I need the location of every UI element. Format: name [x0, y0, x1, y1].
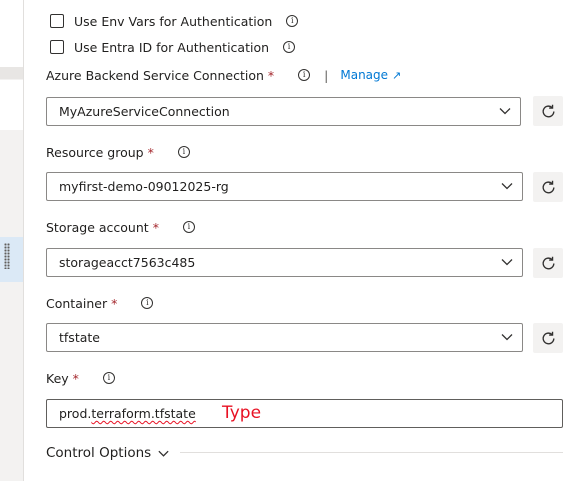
key-input[interactable]: prod. terraform.tfstate — [46, 399, 563, 428]
key-value-spellcheck: terraform.tfstate — [91, 406, 196, 421]
chevron-down-icon[interactable] — [498, 104, 512, 118]
info-icon[interactable]: i — [298, 69, 311, 81]
entra-id-auth-checkbox[interactable] — [50, 40, 64, 54]
info-icon[interactable]: i — [102, 372, 115, 384]
info-icon[interactable]: i — [283, 41, 296, 53]
required-marker: * — [152, 219, 159, 235]
storage-account-select[interactable]: storageacct7563c485 — [46, 248, 523, 277]
control-options-toggle[interactable]: Control Options — [46, 444, 170, 462]
refresh-button[interactable] — [533, 96, 563, 126]
info-icon[interactable]: i — [177, 146, 190, 158]
refresh-icon — [542, 331, 555, 344]
left-panel-divider — [0, 67, 23, 79]
refresh-icon — [542, 104, 555, 117]
container-select[interactable]: tfstate — [46, 323, 523, 352]
separator: | — [324, 67, 329, 83]
key-label: Key — [46, 370, 69, 386]
required-marker: * — [72, 370, 79, 386]
required-marker: * — [111, 295, 118, 311]
backend-connection-label: Azure Backend Service Connection — [46, 67, 264, 83]
refresh-button[interactable] — [533, 172, 563, 202]
refresh-icon — [542, 256, 555, 269]
refresh-button[interactable] — [533, 323, 563, 353]
resource-group-label: Resource group — [46, 144, 144, 160]
info-icon[interactable]: i — [286, 15, 299, 27]
entra-id-auth-row[interactable]: Use Entra ID for Authentication i — [50, 37, 296, 57]
manage-link[interactable]: Manage — [340, 68, 388, 82]
storage-account-value: storageacct7563c485 — [59, 255, 196, 270]
backend-connection-value: MyAzureServiceConnection — [59, 104, 230, 119]
required-marker: * — [267, 67, 275, 83]
key-label-row: Key * i — [46, 369, 115, 387]
entra-id-auth-label: Use Entra ID for Authentication — [74, 39, 270, 55]
resource-group-label-row: Resource group * i — [46, 143, 190, 161]
left-panel-item[interactable] — [0, 0, 23, 67]
chevron-down-icon — [158, 450, 169, 457]
resource-group-select[interactable]: myfirst-demo-09012025-rg — [46, 172, 523, 201]
left-panel-item[interactable] — [0, 80, 23, 130]
container-label-row: Container * i — [46, 294, 154, 312]
backend-connection-label-row: Azure Backend Service Connection * i | M… — [46, 66, 401, 84]
control-options-label: Control Options — [46, 445, 152, 461]
container-label: Container — [46, 295, 108, 311]
chevron-down-icon[interactable] — [500, 330, 514, 344]
container-value: tfstate — [59, 330, 100, 345]
required-marker: * — [147, 144, 154, 160]
resource-group-value: myfirst-demo-09012025-rg — [59, 179, 229, 194]
left-panel-strip — [0, 0, 24, 481]
refresh-icon — [542, 180, 555, 193]
section-divider — [180, 452, 563, 453]
storage-account-label: Storage account — [46, 219, 149, 235]
storage-account-label-row: Storage account * i — [46, 218, 195, 236]
chevron-down-icon[interactable] — [500, 179, 514, 193]
backend-connection-select[interactable]: MyAzureServiceConnection — [46, 97, 521, 126]
env-vars-auth-checkbox[interactable] — [50, 14, 64, 28]
external-link-icon[interactable]: ↗ — [392, 69, 401, 82]
drag-handle-icon[interactable] — [4, 243, 10, 269]
env-vars-auth-label: Use Env Vars for Authentication — [74, 13, 273, 29]
type-annotation: Type — [222, 403, 262, 423]
refresh-button[interactable] — [533, 248, 563, 278]
env-vars-auth-row[interactable]: Use Env Vars for Authentication i — [50, 11, 299, 31]
info-icon[interactable]: i — [182, 221, 195, 233]
chevron-down-icon[interactable] — [500, 255, 514, 269]
key-value-plain: prod. — [59, 406, 92, 421]
info-icon[interactable]: i — [141, 297, 154, 309]
